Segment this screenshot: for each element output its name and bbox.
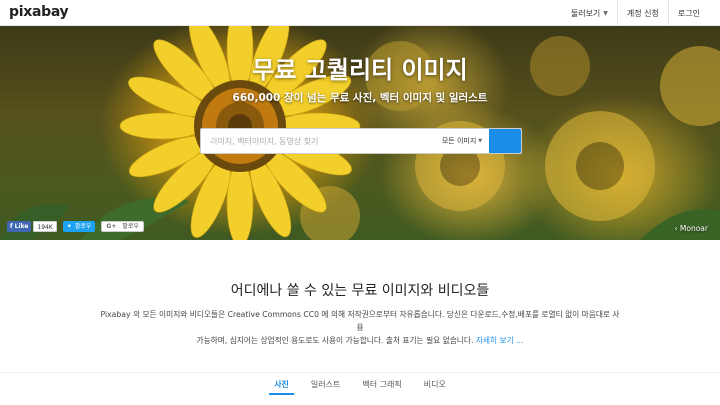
facebook-like: f Like 194K <box>7 221 57 232</box>
description-line: 가능하며, 심지어는 상업적인 용도로도 사용이 가능합니다. 출처 표기는 필… <box>100 334 620 347</box>
search-input[interactable] <box>201 129 435 153</box>
search-bar: 모든 이미지 ▼ <box>200 128 522 154</box>
explore-label: 둘러보기 <box>570 8 601 18</box>
tab-videos[interactable]: 비디오 <box>413 373 457 395</box>
tab-photos[interactable]: 사진 <box>263 373 300 395</box>
tab-vector-graphics[interactable]: 벡터 그래픽 <box>351 373 412 395</box>
facebook-like-button[interactable]: f Like <box>7 221 32 232</box>
pixabay-logo[interactable]: pixabay <box>9 4 69 20</box>
photo-credit[interactable]: ‹ Monoar <box>675 224 708 233</box>
explore-menu[interactable]: 둘러보기 ▼ <box>562 0 617 26</box>
photo-credit-author: Monoar <box>679 224 708 233</box>
section-title: 어디에나 쓸 수 있는 무료 이미지와 비디오들 <box>230 283 490 299</box>
main-nav: 둘러보기 ▼ 계정 신청 로그인 <box>562 0 720 26</box>
facebook-icon: f <box>10 223 13 230</box>
hero-banner: 무료 고퀄리티 이미지 660,000 장이 넘는 무료 사진, 벡터 이미지 … <box>0 26 720 240</box>
twitter-follow-button[interactable]: ✦ 팔로우 <box>62 221 96 232</box>
search-button[interactable] <box>201 129 521 153</box>
search-type-dropdown[interactable]: 모든 이미지 ▼ <box>435 129 489 153</box>
google-plus-follow-label: 팔로우 <box>122 223 139 230</box>
chevron-down-icon: ▼ <box>478 138 483 144</box>
description-line: Pixabay 의 모든 이미지와 비디오들은 Creative Commons… <box>100 310 620 332</box>
search-icon <box>201 129 214 142</box>
read-more-link[interactable]: 자세히 보기 ... <box>476 336 524 345</box>
google-plus-follow-button[interactable]: G+ 팔로우 <box>101 221 144 232</box>
chevron-left-icon: ‹ <box>674 224 678 233</box>
social-buttons: f Like 194K ✦ 팔로우 G+ 팔로우 <box>7 221 144 232</box>
tab-illustrations[interactable]: 일러스트 <box>300 373 351 395</box>
media-type-tabs: 사진 일러스트 벡터 그래픽 비디오 <box>0 372 720 405</box>
hero-subtitle: 660,000 장이 넘는 무료 사진, 벡터 이미지 및 일러스트 <box>232 92 488 104</box>
description-text: 가능하며, 심지어는 상업적인 용도로도 사용이 가능합니다. 출처 표기는 필… <box>196 336 474 345</box>
facebook-like-count: 194K <box>33 221 57 232</box>
login-link[interactable]: 로그인 <box>669 0 720 26</box>
section-description: Pixabay 의 모든 이미지와 비디오들은 Creative Commons… <box>100 308 620 347</box>
twitter-follow-label: 팔로우 <box>74 223 92 230</box>
signup-link[interactable]: 계정 신청 <box>618 0 668 26</box>
search-type-label: 모든 이미지 <box>441 137 477 145</box>
facebook-like-label: Like <box>14 223 29 230</box>
google-plus-icon: G+ <box>106 223 117 230</box>
top-navbar: pixabay 둘러보기 ▼ 계정 신청 로그인 <box>0 0 720 26</box>
hero-title: 무료 고퀄리티 이미지 <box>252 56 468 84</box>
chevron-down-icon: ▼ <box>603 9 608 17</box>
twitter-bird-icon: ✦ <box>66 223 72 230</box>
